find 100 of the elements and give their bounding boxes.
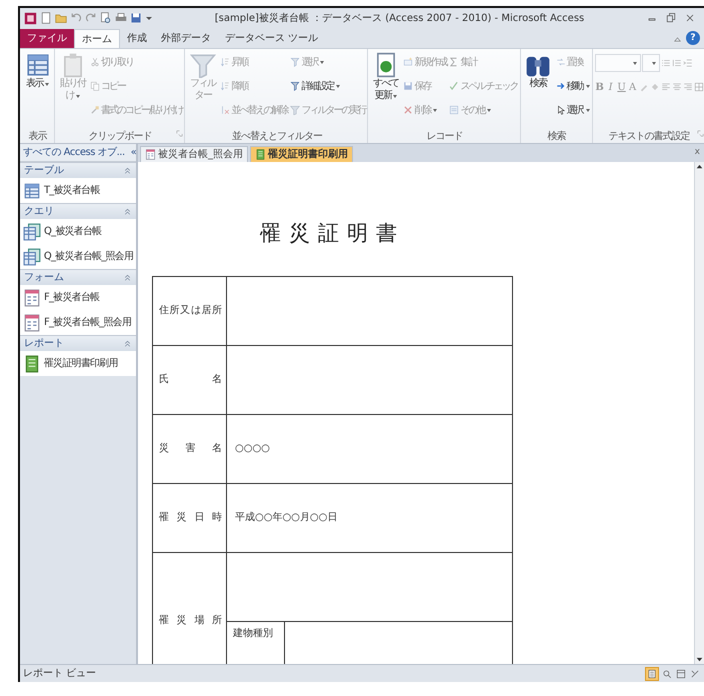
gridlines-icon [694, 82, 704, 92]
print-button[interactable] [115, 12, 127, 24]
document-tab[interactable]: 罹災証明書印刷用 [250, 146, 353, 162]
close-button[interactable] [684, 12, 696, 24]
group-label: 表示 [28, 130, 46, 144]
undo-arrow-icon [70, 12, 82, 24]
advanced-filter-icon [290, 81, 300, 91]
collapse-pane-button[interactable]: « [130, 145, 137, 160]
window-title: [sample]被災者台帳 ：データベース (Access 2007 - 2010) - Microsoft Access [214, 12, 586, 26]
report-icon [23, 354, 41, 372]
app-icon [24, 12, 37, 24]
query-icon [23, 222, 41, 240]
page-icon [40, 12, 52, 24]
more-icon [449, 105, 460, 115]
help-button[interactable]: ? [686, 31, 700, 45]
nav-item[interactable]: F_被災者台帳 [20, 285, 136, 310]
ribbon-tab[interactable]: 外部データ [154, 29, 218, 48]
nav-group-header[interactable]: クエリ [20, 203, 136, 219]
field-label: 罹災場所 [159, 614, 222, 628]
printer-icon [115, 12, 127, 24]
redo-arrow-icon [85, 12, 97, 24]
close-document-button[interactable]: x [694, 146, 704, 162]
group-label: クリップボード [88, 130, 152, 144]
print-preview-button[interactable] [100, 12, 112, 24]
selection-filter-icon [290, 57, 300, 67]
save-button[interactable] [130, 12, 142, 24]
advanced-button[interactable]: 詳細設定 [289, 75, 366, 97]
indent-icon [682, 58, 693, 68]
report-view-icon [647, 668, 657, 678]
copy-icon [90, 81, 100, 91]
nav-item[interactable]: T_被災者台帳 [20, 178, 136, 203]
nav-group-header[interactable]: レポート [20, 335, 136, 351]
nav-group-header[interactable]: テーブル [20, 162, 136, 178]
pointer-button[interactable]: 選択 [554, 99, 591, 121]
save-icon [130, 12, 142, 24]
sort-ascending-icon [220, 57, 230, 67]
group-label: フォーム [24, 271, 64, 285]
ruler-pencil-icon [690, 668, 700, 678]
group-label: 検索 [548, 130, 566, 144]
form-view-icon [24, 52, 50, 78]
form-icon [23, 314, 41, 332]
sum-icon [449, 57, 460, 67]
field-value: 平成○○年○○月○○日 [235, 510, 338, 525]
file-tab[interactable]: ファイル [20, 29, 74, 48]
nav-group-header[interactable]: フォーム [20, 269, 136, 285]
find-button[interactable]: 検索 [522, 51, 554, 91]
new-file-button[interactable] [40, 12, 52, 24]
open-button[interactable] [55, 12, 67, 24]
align-right-icon [682, 82, 693, 92]
report-icon [255, 149, 266, 160]
ribbon-tab[interactable]: データベース ツール [218, 29, 326, 48]
layout-icon [676, 668, 686, 678]
arrow-icon [556, 81, 566, 91]
document-tab[interactable]: 被災者台帳_照会用 [140, 146, 248, 162]
view-button[interactable]: 表示 [22, 51, 53, 91]
align-center-icon [672, 82, 682, 92]
report-title: 罹災証明書 [258, 220, 406, 247]
status-text: レポート ビュー [23, 667, 96, 681]
query-icon [23, 248, 41, 266]
field-value: ○○○○ [235, 442, 270, 456]
goto-button[interactable]: 移動 [554, 75, 591, 97]
field-label: 罹災日時 [159, 510, 222, 525]
magnifier-page-icon [100, 12, 112, 24]
funnel-icon [190, 52, 216, 78]
restore-button[interactable] [665, 12, 677, 24]
save-icon [403, 81, 414, 91]
ribbon-tab[interactable]: 作成 [120, 29, 154, 48]
funnel-icon [290, 105, 300, 115]
brush-icon [90, 105, 100, 115]
field-label: 災害名 [159, 442, 222, 456]
caret-icon [145, 14, 153, 22]
nav-item[interactable]: Q_被災者台帳_照会用 [20, 244, 136, 269]
form-icon [23, 288, 41, 306]
chevron-up-icon [673, 35, 682, 44]
align-left-icon [660, 82, 671, 92]
sort-descending-icon [220, 81, 230, 91]
navigation-pane-title[interactable]: すべての Access オブ... [23, 145, 125, 160]
nav-item[interactable]: 罹災証明書印刷用 [20, 351, 136, 376]
minimize-ribbon-button[interactable] [673, 35, 682, 44]
refresh-button[interactable]: すべて更新 [370, 51, 402, 103]
group-label: 並べ替えとフィルター [232, 130, 322, 144]
nav-item[interactable]: F_被災者台帳_照会用 [20, 310, 136, 335]
fill-icon [650, 82, 660, 92]
folder-icon [55, 12, 67, 24]
scissors-icon [90, 57, 100, 67]
customize-button[interactable] [145, 14, 153, 22]
ribbon-tab[interactable]: ホーム [74, 29, 120, 48]
nav-item[interactable]: Q_被災者台帳 [20, 219, 136, 244]
vertical-scrollbar[interactable] [694, 162, 704, 664]
group-label: テキストの書式設定 [608, 130, 690, 144]
magnifier-icon [662, 668, 672, 678]
restore-icon [665, 12, 677, 24]
scroll-down-icon [695, 655, 704, 664]
report-view-button[interactable] [645, 666, 659, 680]
cursor-icon [556, 105, 566, 115]
table-icon [23, 182, 41, 200]
spell-check-icon [449, 81, 460, 91]
group-label: クエリ [24, 205, 54, 219]
group-label: レポート [24, 337, 64, 351]
group-label: レコード [426, 130, 462, 144]
